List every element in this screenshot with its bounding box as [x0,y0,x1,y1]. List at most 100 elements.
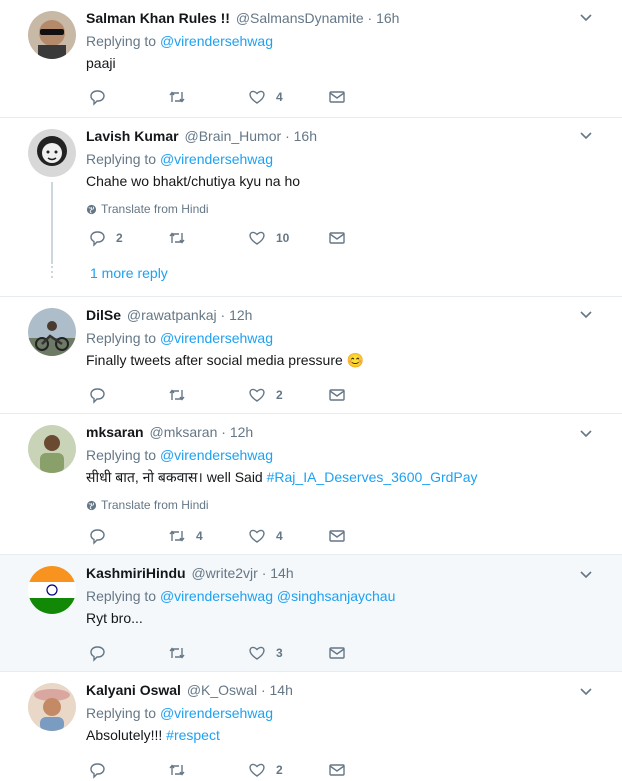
reply-button[interactable] [88,386,106,404]
mention-link[interactable]: @singhsanjaychau [277,588,396,604]
user-fullname[interactable]: Lavish Kumar [86,128,179,144]
chevron-down-icon[interactable] [580,688,592,696]
heart-icon [249,90,265,104]
retweet-button[interactable] [168,88,186,106]
mention-link[interactable]: @virendersehwag [160,330,273,346]
avatar[interactable] [28,11,76,59]
separator-dot: · [220,307,226,323]
user-fullname[interactable]: KashmiriHindu [86,565,186,581]
mention-link[interactable]: @virendersehwag [160,588,273,604]
globe-icon [86,500,97,510]
reply-button[interactable]: 2 [88,229,123,247]
tweet[interactable]: Kalyani Oswal @K_Oswal · 14h Replying to… [0,672,622,779]
replying-to: Replying to @virendersehwag [86,704,572,722]
reply-count: 2 [116,231,123,245]
avatar-image [28,683,76,731]
like-button[interactable]: 2 [248,761,283,779]
chevron-down-icon[interactable] [580,14,592,22]
envelope-icon [329,530,345,542]
mention-link[interactable]: @virendersehwag [160,705,273,721]
user-handle[interactable]: @K_Oswal [187,682,257,698]
like-count: 10 [276,231,290,245]
tweet[interactable]: mksaran @mksaran · 12h Replying to @vire… [0,414,622,555]
reply-icon [90,529,105,545]
user-handle[interactable]: @write2vjr [191,565,257,581]
tweet[interactable]: Lavish Kumar @Brain_Humor · 16h Replying… [0,118,622,297]
user-fullname[interactable]: Kalyani Oswal [86,682,181,698]
retweet-button[interactable] [168,229,186,247]
like-button[interactable]: 10 [248,229,289,247]
tweet-timestamp[interactable]: 16h [294,128,317,144]
tweet-text: Ryt bro... [86,608,572,628]
tweet[interactable]: DilSe @rawatpankaj · 12h Replying to @vi… [0,297,622,414]
user-fullname[interactable]: mksaran [86,424,144,440]
avatar[interactable] [28,308,76,356]
avatar[interactable] [28,129,76,177]
like-button[interactable]: 3 [248,644,283,662]
reply-button[interactable] [88,644,106,662]
user-handle[interactable]: @Brain_Humor [184,128,281,144]
retweet-icon [169,232,185,244]
like-button[interactable]: 4 [248,88,283,106]
tweet[interactable]: KashmiriHindu @write2vjr · 14h Replying … [0,555,622,672]
chevron-down-icon[interactable] [580,430,592,438]
like-button[interactable]: 2 [248,386,283,404]
chevron-down-icon[interactable] [580,132,592,140]
direct-message-button[interactable] [328,88,346,106]
separator-dot: · [261,565,267,581]
tweet-text: paaji [86,53,572,73]
replying-to: Replying to @virendersehwag @singhsanjay… [86,587,572,605]
heart-icon [249,763,265,777]
avatar-image [28,11,76,59]
avatar[interactable] [28,683,76,731]
direct-message-button[interactable] [328,644,346,662]
mention-link[interactable]: @virendersehwag [160,33,273,49]
retweet-button[interactable] [168,761,186,779]
chevron-down-icon[interactable] [580,571,592,579]
replying-prefix: Replying to [86,447,157,463]
chevron-down-icon[interactable] [580,311,592,319]
direct-message-button[interactable] [328,229,346,247]
translate-link[interactable]: Translate from Hindi [86,201,572,217]
avatar-image [28,566,76,614]
mention-link[interactable]: @virendersehwag [160,447,273,463]
translate-link[interactable]: Translate from Hindi [86,497,572,513]
tweet-timestamp[interactable]: 16h [376,10,399,26]
thread-dots [51,266,53,281]
mention-link[interactable]: @virendersehwag [160,151,273,167]
reply-button[interactable] [88,761,106,779]
envelope-icon [329,389,345,401]
hashtag-link[interactable]: #Raj_IA_Deserves_3600_GrdPay [267,469,478,485]
like-button[interactable]: 4 [248,527,283,545]
more-replies-link[interactable]: 1 more reply [90,265,168,281]
translate-label[interactable]: Translate from Hindi [101,497,209,513]
retweet-icon [169,647,185,659]
user-fullname[interactable]: Salman Khan Rules !! [86,10,230,26]
reply-button[interactable] [88,527,106,545]
tweet-timestamp[interactable]: 12h [230,424,253,440]
direct-message-button[interactable] [328,386,346,404]
tweet-timestamp[interactable]: 14h [270,565,293,581]
like-count: 3 [276,646,283,660]
envelope-icon [329,647,345,659]
tweet[interactable]: Salman Khan Rules !! @SalmansDynamite · … [0,0,622,118]
hashtag-link[interactable]: #respect [166,727,220,743]
tweet-text: Chahe wo bhakt/chutiya kyu na ho [86,171,572,191]
direct-message-button[interactable] [328,761,346,779]
translate-label[interactable]: Translate from Hindi [101,201,209,217]
separator-dot: · [367,10,373,26]
avatar[interactable] [28,566,76,614]
user-handle[interactable]: @mksaran [149,424,217,440]
user-handle[interactable]: @SalmansDynamite [236,10,364,26]
reply-button[interactable] [88,88,106,106]
tweet-timestamp[interactable]: 12h [229,307,252,323]
retweet-button[interactable]: 4 [168,527,203,545]
user-handle[interactable]: @rawatpankaj [127,307,217,323]
direct-message-button[interactable] [328,527,346,545]
like-count: 4 [276,529,283,543]
user-fullname[interactable]: DilSe [86,307,121,323]
retweet-button[interactable] [168,644,186,662]
avatar[interactable] [28,425,76,473]
retweet-button[interactable] [168,386,186,404]
tweet-timestamp[interactable]: 14h [270,682,293,698]
